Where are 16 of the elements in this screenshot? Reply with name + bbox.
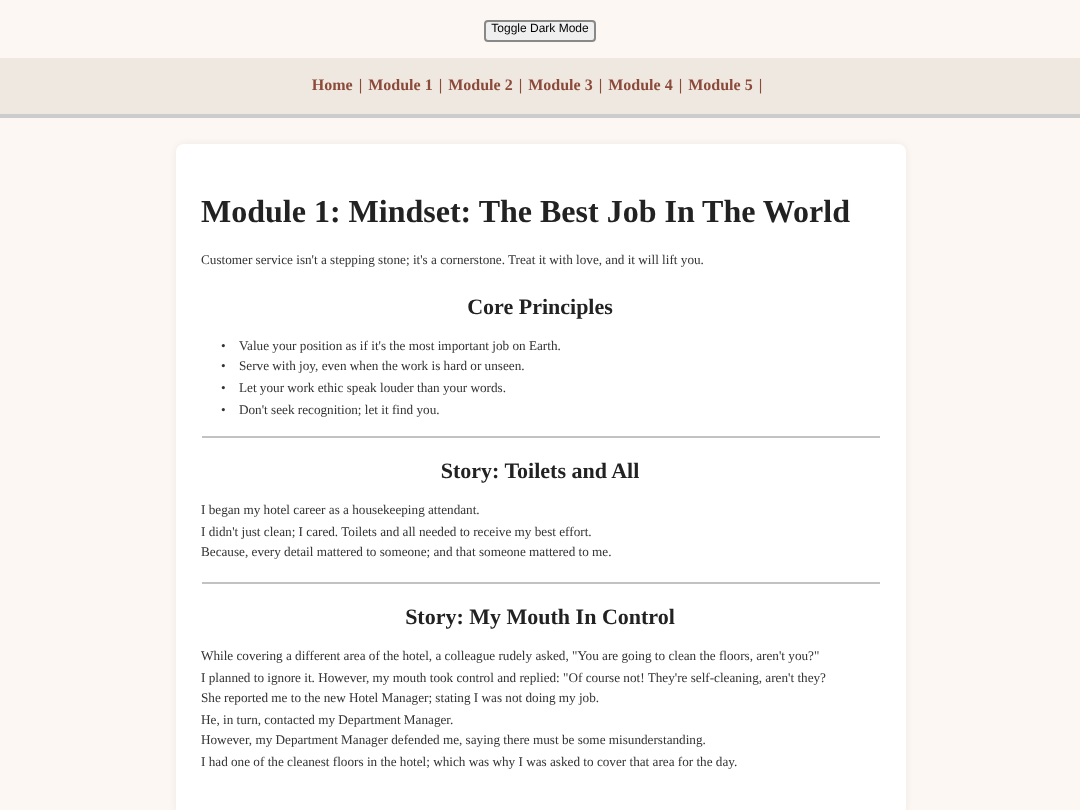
section-heading: Core Principles: [465, 295, 615, 322]
separator-text: |: [678, 76, 683, 94]
separator-text: |: [598, 76, 603, 94]
nav-link-item[interactable]: Module 1: [368, 76, 433, 94]
separator-text: |: [438, 76, 443, 94]
nav-link-item[interactable]: Module 3: [528, 76, 593, 94]
page-title: Module 1: Mindset: The Best Job In The World: [201, 194, 852, 233]
separator-text: |: [358, 76, 363, 94]
nav-link-item[interactable]: Module 5: [688, 76, 753, 94]
section-heading: Story: My Mouth In Control: [403, 605, 677, 633]
nav-link-item[interactable]: Home: [311, 76, 353, 94]
section-heading: Story: Toilets and All: [438, 460, 642, 487]
separator-text: |: [518, 76, 523, 94]
nav-link-item[interactable]: Module 4: [608, 76, 673, 94]
nav-link-item[interactable]: Module 2: [448, 76, 513, 94]
separator-text: |: [758, 76, 763, 94]
